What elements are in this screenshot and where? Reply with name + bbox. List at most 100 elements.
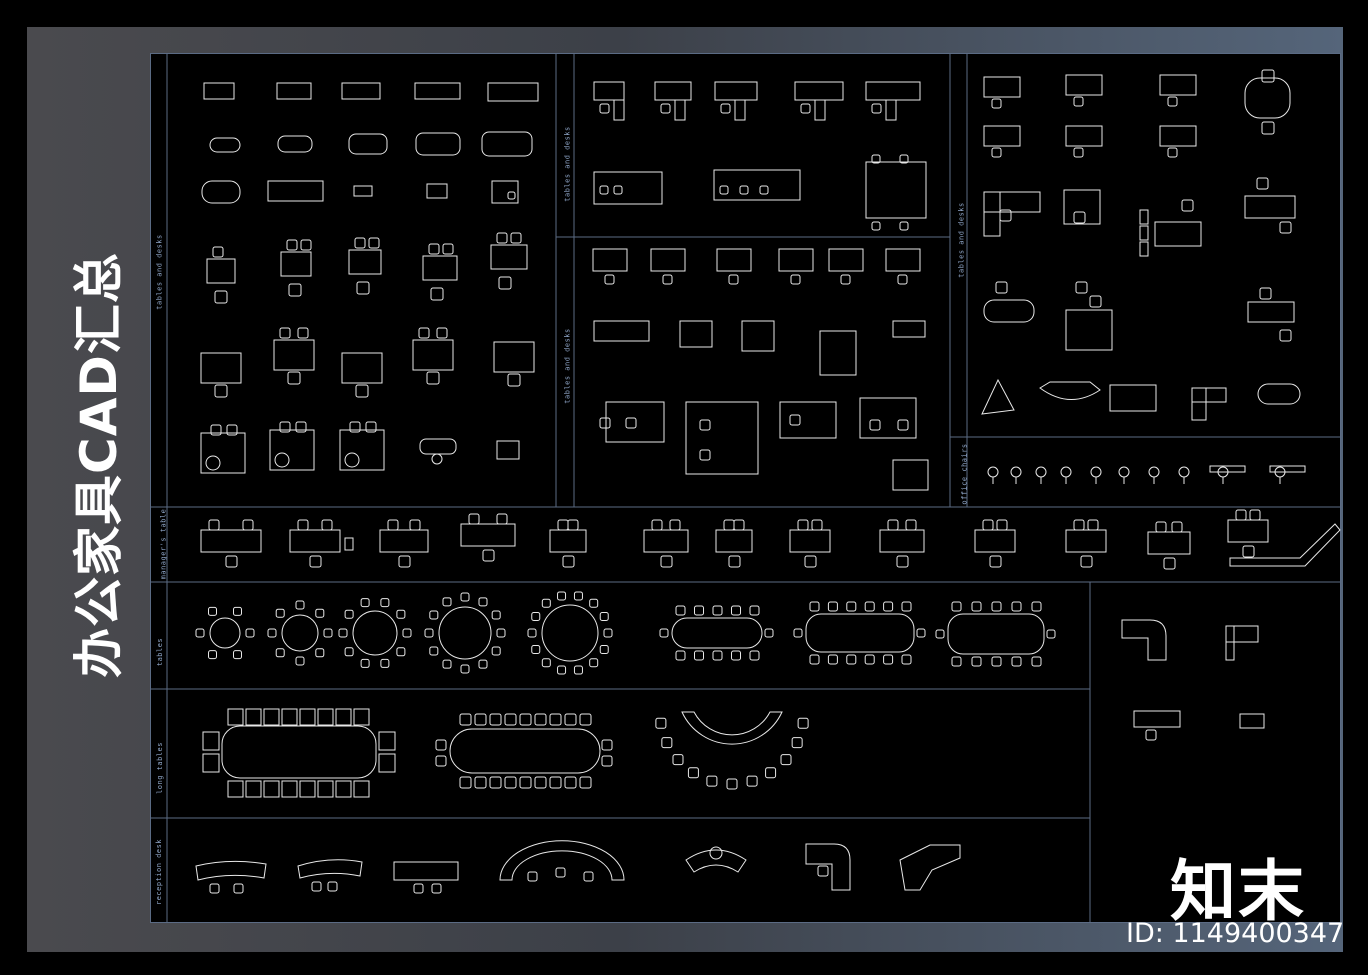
chair-symbol [527, 871, 538, 882]
chair-symbol [789, 414, 801, 426]
desk-symbol [734, 99, 746, 121]
chair-symbol [991, 98, 1002, 109]
chair-symbol [368, 237, 380, 249]
rounded-desk-symbol [481, 131, 533, 157]
desk-symbol [654, 81, 692, 101]
desk-symbol [983, 191, 1041, 213]
chair-symbol [567, 519, 579, 531]
chair-symbol [564, 713, 577, 726]
chair-symbol [759, 185, 769, 195]
desk-symbol [1133, 710, 1181, 728]
section-label-tables: tables [156, 637, 165, 667]
chair-symbol [297, 519, 309, 531]
chair-symbol [562, 555, 575, 568]
chair-symbol [321, 519, 333, 531]
chair-symbol [672, 754, 684, 766]
chair-symbol [951, 656, 962, 667]
chair-symbol [583, 871, 594, 882]
chair-symbol [209, 883, 220, 894]
chair-symbol [531, 612, 541, 622]
chair-symbol [764, 628, 774, 638]
chair-symbol [573, 665, 583, 675]
chair-symbol [288, 283, 302, 297]
chair-symbol [202, 753, 220, 773]
chair-symbol [1167, 96, 1178, 107]
chair-symbol [712, 605, 723, 616]
chair-symbol [353, 708, 370, 726]
managers-desk-symbol [460, 523, 516, 547]
chair-symbol [793, 628, 803, 638]
chair-symbol [227, 780, 244, 798]
chair-symbol [275, 608, 285, 618]
chair-symbol [309, 555, 322, 568]
chair-symbol [442, 243, 454, 255]
chair-symbol [435, 739, 447, 751]
chair-symbol [733, 519, 745, 531]
chair-symbol [1181, 199, 1194, 212]
desk-symbol [674, 99, 686, 121]
chair-symbol [1242, 545, 1255, 558]
chair-symbol [601, 739, 613, 751]
desk-symbol [422, 255, 458, 281]
section-label-reception-desk: reception desk [155, 838, 164, 906]
chair-symbol [1259, 287, 1272, 300]
desk-symbol [859, 397, 917, 439]
chair-symbol [905, 519, 917, 531]
chair-symbol [317, 708, 334, 726]
chair-symbol [286, 239, 298, 251]
desk-symbol [348, 249, 382, 275]
desk-symbol [341, 352, 383, 384]
desk-symbol [1065, 74, 1103, 96]
chair-symbol [431, 883, 442, 894]
rounded-desk-symbol [348, 133, 388, 155]
chair-symbol [311, 881, 322, 892]
furniture-symbols [195, 69, 1341, 894]
desk-symbol [1139, 241, 1149, 257]
chair-symbol [720, 103, 731, 114]
chair-symbol [1261, 69, 1275, 83]
desk-symbol [353, 185, 373, 197]
chair-symbol [1011, 656, 1022, 667]
desk-symbol [490, 244, 528, 270]
desk-symbol [716, 248, 752, 272]
chair-symbol [478, 659, 488, 669]
chair-symbol [459, 713, 472, 726]
chair-symbol [800, 103, 811, 114]
chair-symbol [1155, 521, 1167, 533]
chair-symbol [275, 648, 285, 658]
chair-symbol [205, 455, 221, 471]
chair-symbol [504, 776, 517, 789]
chair-symbol [482, 549, 495, 562]
chair-symbol [442, 597, 452, 607]
corner-reception-symbol [899, 844, 961, 891]
section-label-managers-table: manager's table [159, 508, 168, 580]
chair-symbol [355, 384, 369, 398]
curved-reception-desk-symbol [685, 849, 747, 873]
chair-symbol [989, 555, 1002, 568]
chair-symbol [496, 628, 506, 638]
chair-symbol [557, 665, 567, 675]
chair-symbol [687, 767, 699, 779]
chair-symbol [315, 608, 325, 618]
chair-symbol [660, 555, 673, 568]
chair-symbol [1080, 555, 1093, 568]
desk-symbol [778, 248, 814, 272]
chair-symbol [323, 628, 333, 638]
chair-symbol [699, 449, 711, 461]
chair-symbol [791, 737, 803, 749]
chair-symbol [460, 592, 470, 602]
chair-symbol [746, 775, 758, 787]
chair-symbol [995, 281, 1008, 294]
chair-symbol [728, 274, 739, 285]
chair-symbol [1167, 147, 1178, 158]
chair-symbol [263, 708, 280, 726]
chair-symbol [749, 650, 760, 661]
chair-symbol [706, 775, 718, 787]
chair-symbol [541, 658, 551, 668]
chair-symbol [660, 103, 671, 114]
chair-symbol [202, 731, 220, 751]
chair-symbol [564, 776, 577, 789]
rounded-desk-symbol [277, 135, 313, 153]
chair-symbol [396, 647, 406, 657]
managers-desk-symbol [379, 529, 429, 553]
